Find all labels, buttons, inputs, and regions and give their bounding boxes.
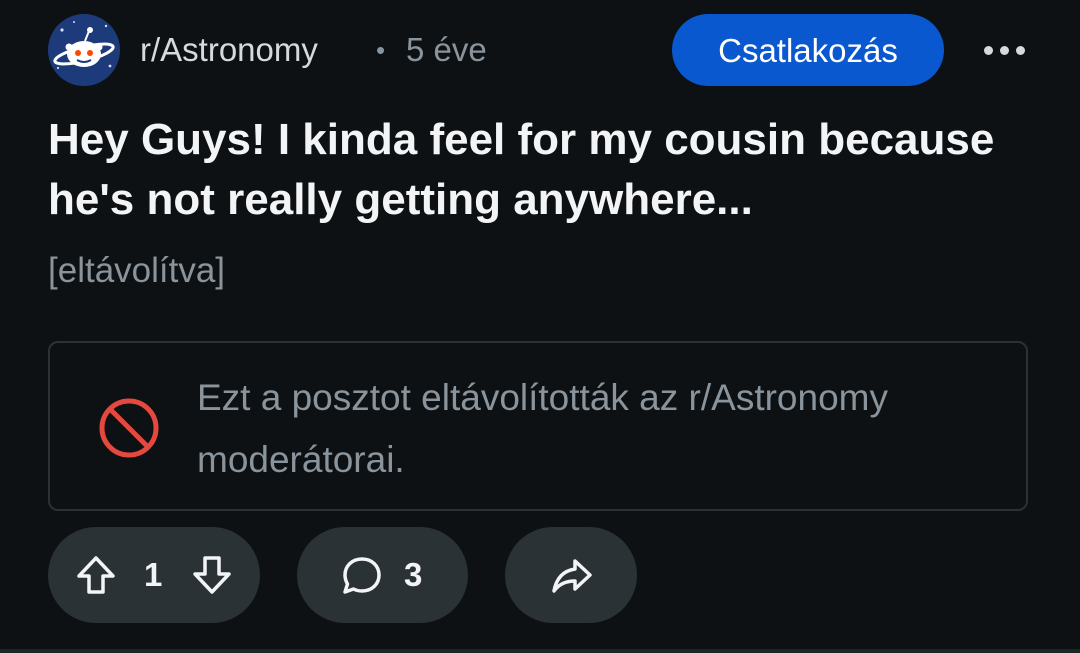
post-title[interactable]: Hey Guys! I kinda feel for my cousin bec… (48, 110, 1048, 230)
post-age: 5 éve (406, 31, 487, 68)
comment-count: 3 (404, 556, 423, 593)
join-button[interactable]: Csatlakozás (672, 14, 944, 86)
separator-dot: • (376, 35, 386, 65)
prohibited-icon (99, 398, 159, 458)
vote-count: 1 (144, 556, 163, 593)
removal-notice: Ezt a posztot eltávolították az r/Astron… (48, 341, 1028, 511)
downvote-arrow-icon[interactable] (190, 553, 234, 597)
share-button[interactable] (505, 527, 637, 623)
upvote-arrow-icon[interactable] (74, 553, 118, 597)
post-body-removed: [eltávolítva] (48, 251, 226, 290)
removal-notice-text: Ezt a posztot eltávolították az r/Astron… (197, 377, 888, 480)
subreddit-name[interactable]: r/Astronomy (140, 28, 318, 72)
comment-bubble-icon (343, 557, 381, 594)
comments-button[interactable]: 3 (297, 527, 468, 623)
subreddit-avatar-icon[interactable] (48, 14, 120, 86)
vote-bar: 1 (48, 527, 260, 623)
post-header: r/Astronomy • 5 éve Csatlakozás (48, 14, 1038, 86)
divider (0, 649, 1080, 653)
more-options-icon[interactable] (970, 28, 1038, 72)
share-arrow-icon (552, 559, 592, 593)
